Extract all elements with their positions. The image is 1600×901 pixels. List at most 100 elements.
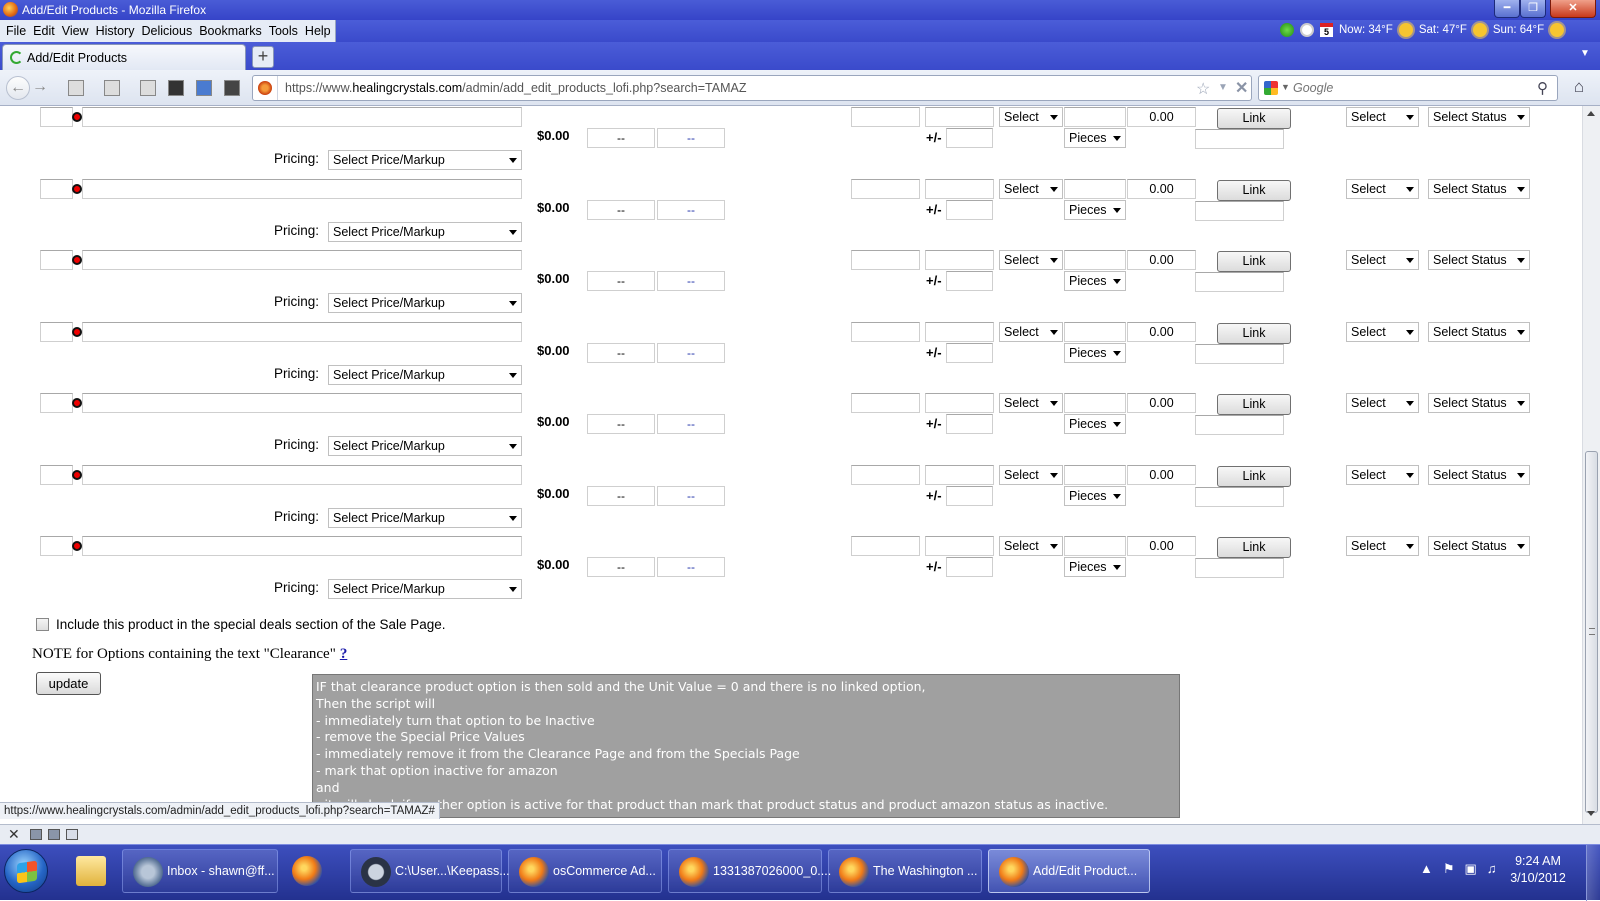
taskbar-clock[interactable]: 9:24 AM 3/10/2012 [1496, 853, 1580, 887]
linked-option-input[interactable] [1195, 129, 1284, 149]
pricing-select[interactable]: Select Price/Markup [328, 222, 522, 242]
amazon-select[interactable]: Select [1346, 107, 1419, 127]
option-sort-input[interactable] [40, 179, 73, 199]
print-icon[interactable] [224, 80, 240, 96]
attribute-select[interactable]: Select [999, 179, 1063, 199]
search-input[interactable] [1293, 81, 1523, 95]
unit-select[interactable]: Pieces [1064, 200, 1126, 220]
linked-option-input[interactable] [1195, 272, 1284, 292]
linked-option-input[interactable] [1195, 415, 1284, 435]
menu-file[interactable]: File [3, 20, 30, 42]
unit-quantity-input[interactable] [1064, 322, 1126, 342]
window-icon[interactable] [196, 80, 212, 96]
scroll-up-arrow-icon[interactable] [1587, 111, 1595, 116]
vertical-scrollbar[interactable] [1582, 106, 1600, 824]
option-sort-input[interactable] [40, 107, 73, 127]
linked-option-input[interactable] [1195, 344, 1284, 364]
unit-quantity-input[interactable] [1064, 250, 1126, 270]
option-model-input[interactable] [851, 179, 920, 199]
calendar-icon[interactable]: 5 [1320, 23, 1333, 37]
unit-select[interactable]: Pieces [1064, 557, 1126, 577]
addon-grid-icon[interactable] [48, 829, 60, 840]
menu-history[interactable]: History [93, 20, 139, 42]
linked-option-input[interactable] [1195, 558, 1284, 578]
link-button[interactable]: Link [1217, 466, 1291, 487]
option-name-input[interactable] [82, 322, 522, 342]
plus-minus-input[interactable] [946, 414, 993, 434]
pricing-select[interactable]: Select Price/Markup [328, 365, 522, 385]
unit-quantity-input[interactable] [1064, 179, 1126, 199]
pricing-select[interactable]: Select Price/Markup [328, 293, 522, 313]
linked-option-input[interactable] [1195, 487, 1284, 507]
status-select[interactable]: Select Status [1428, 465, 1530, 485]
clearance-help-link[interactable]: ? [340, 646, 348, 662]
menu-edit[interactable]: Edit [30, 20, 59, 42]
paste-icon[interactable] [140, 80, 156, 96]
taskbar-item[interactable]: 1331387026000_0.... [668, 849, 831, 893]
status-select[interactable]: Select Status [1428, 250, 1530, 270]
option-name-input[interactable] [82, 250, 522, 270]
unit-value-input[interactable]: 0.00 [1127, 107, 1196, 127]
start-button[interactable] [4, 849, 48, 893]
addon-mail-icon[interactable] [66, 829, 78, 840]
sale-page-checkbox[interactable] [36, 618, 49, 631]
link-button[interactable]: Link [1217, 394, 1291, 415]
close-button[interactable]: ✕ [1550, 0, 1596, 18]
addon-window-icon[interactable] [30, 829, 42, 840]
unit-value-input[interactable]: 0.00 [1127, 393, 1196, 413]
show-desktop-button[interactable] [1586, 845, 1600, 901]
amazon-select[interactable]: Select [1346, 179, 1419, 199]
unit-value-input[interactable]: 0.00 [1127, 322, 1196, 342]
search-bar[interactable]: ▼ ⚲ [1258, 75, 1558, 101]
status-select[interactable]: Select Status [1428, 322, 1530, 342]
unit-select[interactable]: Pieces [1064, 486, 1126, 506]
unit-select[interactable]: Pieces [1064, 414, 1126, 434]
plus-minus-input[interactable] [946, 271, 993, 291]
tab-add-edit-products[interactable]: Add/Edit Products [2, 44, 246, 70]
amazon-select[interactable]: Select [1346, 393, 1419, 413]
option-weight-input[interactable] [925, 393, 994, 413]
network-icon[interactable]: ▣ [1465, 861, 1477, 877]
option-sort-input[interactable] [40, 536, 73, 556]
attribute-select[interactable]: Select [999, 250, 1063, 270]
unit-quantity-input[interactable] [1064, 393, 1126, 413]
taskbar-item[interactable] [282, 849, 344, 893]
unit-select[interactable]: Pieces [1064, 343, 1126, 363]
amazon-select[interactable]: Select [1346, 250, 1419, 270]
home-icon[interactable]: ⌂ [1568, 77, 1590, 99]
menu-view[interactable]: View [59, 20, 93, 42]
update-button[interactable]: update [36, 672, 101, 695]
amazon-select[interactable]: Select [1346, 536, 1419, 556]
option-sort-input[interactable] [40, 322, 73, 342]
taskbar-item[interactable]: The Washington ... [828, 849, 982, 893]
address-bar[interactable]: https://www.healingcrystals.com/admin/ad… [252, 75, 1252, 101]
link-button[interactable]: Link [1217, 251, 1291, 272]
scroll-down-arrow-icon[interactable] [1587, 811, 1595, 816]
option-weight-input[interactable] [925, 465, 994, 485]
unit-quantity-input[interactable] [1064, 465, 1126, 485]
menu-help[interactable]: Help [302, 20, 335, 42]
link-button[interactable]: Link [1217, 180, 1291, 201]
option-name-input[interactable] [82, 393, 522, 413]
status-select[interactable]: Select Status [1428, 107, 1530, 127]
attribute-select[interactable]: Select [999, 107, 1063, 127]
attribute-select[interactable]: Select [999, 393, 1063, 413]
forward-button[interactable]: → [30, 76, 50, 100]
amazon-select[interactable]: Select [1346, 465, 1419, 485]
plus-minus-input[interactable] [946, 343, 993, 363]
stop-icon[interactable]: ✕ [1235, 78, 1248, 98]
unit-value-input[interactable]: 0.00 [1127, 250, 1196, 270]
option-name-input[interactable] [82, 107, 522, 127]
link-button[interactable]: Link [1217, 323, 1291, 344]
option-weight-input[interactable] [925, 536, 994, 556]
option-model-input[interactable] [851, 322, 920, 342]
unit-value-input[interactable]: 0.00 [1127, 536, 1196, 556]
plus-minus-input[interactable] [946, 557, 993, 577]
pricing-select[interactable]: Select Price/Markup [328, 436, 522, 456]
menu-bookmarks[interactable]: Bookmarks [196, 20, 266, 42]
taskbar-item[interactable]: Add/Edit Product... [988, 849, 1150, 893]
status-select[interactable]: Select Status [1428, 179, 1530, 199]
explorer-pin[interactable] [66, 849, 110, 893]
tray-expand-chevron-icon[interactable]: ▲ [1420, 861, 1433, 877]
search-icon[interactable]: ⚲ [1537, 79, 1548, 97]
